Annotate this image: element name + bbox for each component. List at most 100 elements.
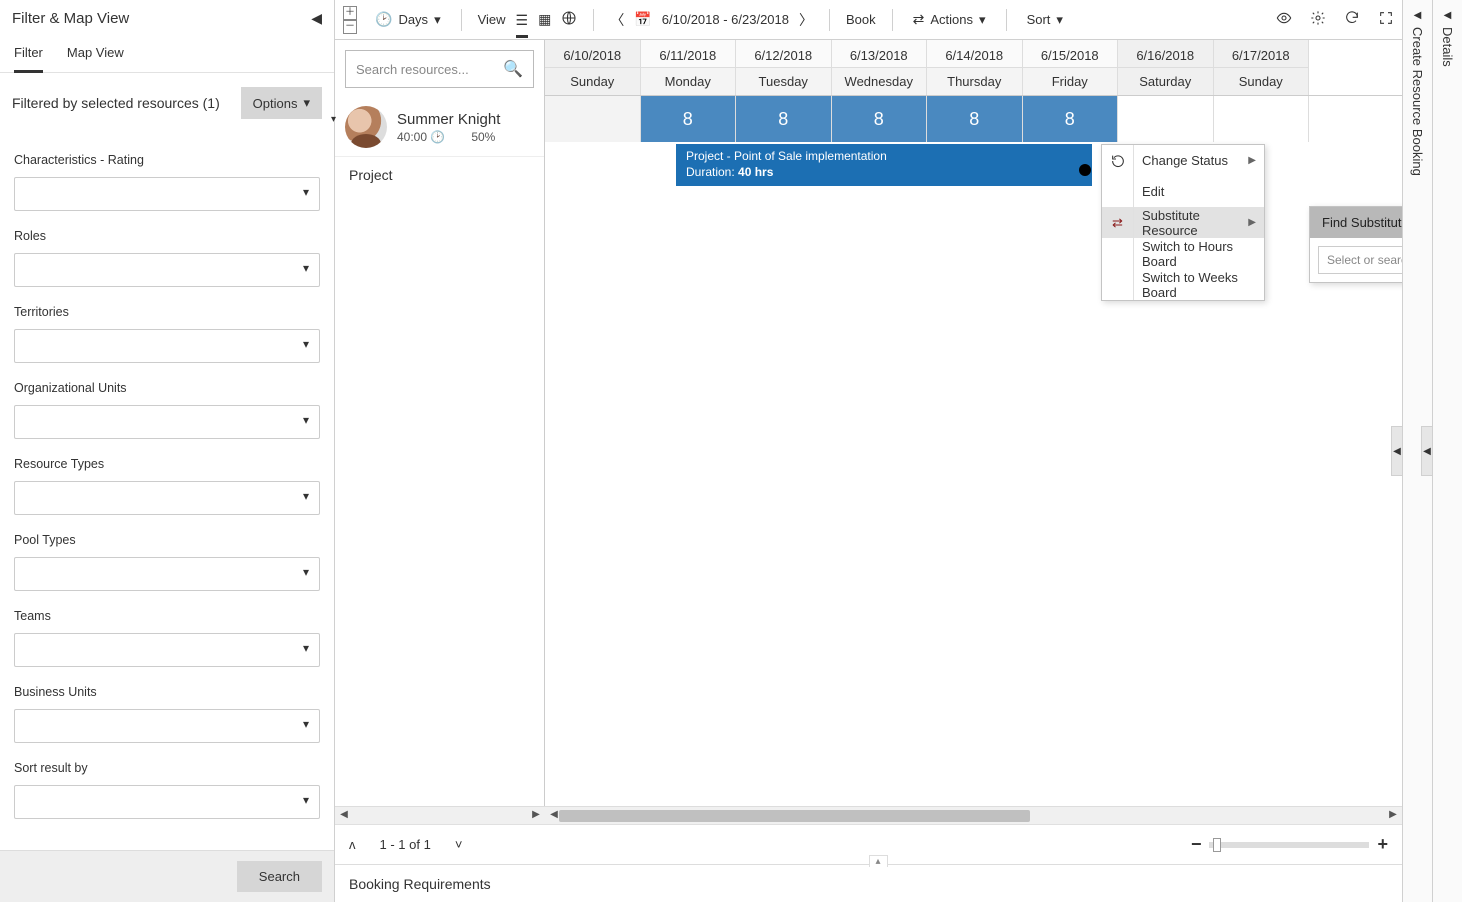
calendar-icon[interactable]: 📅 [634, 11, 651, 28]
swap-icon: ⇄ [913, 11, 925, 28]
date-label: 6/10/2018 [545, 40, 640, 68]
refresh-icon[interactable] [1344, 10, 1360, 29]
filter-sidebar: Filter & Map View ◀ Filter Map View Filt… [0, 0, 335, 902]
label-org-units: Organizational Units [14, 381, 320, 395]
tab-map-view[interactable]: Map View [67, 37, 124, 72]
select-pool-types[interactable] [14, 557, 320, 591]
label-sort-by: Sort result by [14, 761, 320, 775]
view-label: View [478, 12, 506, 27]
date-column: 6/12/2018Tuesday [736, 40, 832, 95]
project-row-label: Project [335, 157, 544, 193]
collapse-sidebar-icon[interactable]: ◀ [311, 10, 322, 27]
eye-icon[interactable] [1276, 10, 1292, 29]
date-column: 6/15/2018Friday [1023, 40, 1119, 95]
menu-switch-weeks[interactable]: Switch to Weeks Board [1102, 269, 1264, 300]
hours-cell[interactable]: 8 [832, 96, 928, 142]
chevron-left-icon: ◀ [1444, 10, 1452, 21]
scroll-right-icon[interactable]: ▶ [1386, 809, 1400, 820]
resource-column: Search resources... 🔍 ▾ Summer Knight 40… [335, 40, 545, 806]
day-label: Friday [1023, 68, 1118, 95]
fullscreen-icon[interactable] [1378, 10, 1394, 29]
scroll-left-icon[interactable]: ◀ [337, 809, 351, 820]
actions-dropdown[interactable]: ⇄ Actions ▾ [909, 7, 990, 32]
pager-down-icon[interactable]: ˅ [455, 837, 463, 852]
pager-text: 1 - 1 of 1 [380, 837, 431, 852]
day-label: Thursday [927, 68, 1022, 95]
select-teams[interactable] [14, 633, 320, 667]
day-label: Sunday [545, 68, 640, 95]
sort-dropdown[interactable]: Sort ▾ [1023, 8, 1067, 32]
hours-cell[interactable]: 8 [736, 96, 832, 142]
swap-icon: ⇄ [1102, 207, 1134, 238]
select-roles[interactable] [14, 253, 320, 287]
search-icon: 🔍 [503, 59, 523, 79]
details-panel[interactable]: ◀ Details ◀ [1432, 0, 1462, 902]
hours-cell[interactable] [1214, 96, 1310, 142]
hours-cell[interactable] [1118, 96, 1214, 142]
hours-cell[interactable]: 8 [641, 96, 737, 142]
map-view-icon[interactable] [561, 10, 577, 29]
schedule-toolbar: ＋ － 🕑 Days ▾ View ☰ ▦ 〈 📅 6/10/2018 - 6/… [335, 0, 1402, 40]
zoom-slider[interactable] [1209, 842, 1369, 848]
date-column: 6/16/2018Saturday [1118, 40, 1214, 95]
date-header: 6/10/2018Sunday6/11/2018Monday6/12/2018T… [545, 40, 1402, 96]
grid-view-icon[interactable]: ▦ [538, 11, 551, 28]
select-territories[interactable] [14, 329, 320, 363]
details-panel-handle[interactable]: ◀ [1421, 426, 1433, 476]
menu-change-status[interactable]: Change Status ▶ [1102, 145, 1264, 176]
date-column: 6/11/2018Monday [641, 40, 737, 95]
hours-cell[interactable] [545, 96, 641, 142]
day-label: Monday [641, 68, 736, 95]
scroll-left-icon[interactable]: ◀ [547, 809, 561, 820]
grid-scroll-track[interactable]: ◀ ▶ [545, 806, 1402, 824]
zoom-thumb[interactable] [1213, 838, 1221, 852]
gear-icon[interactable] [1310, 10, 1326, 29]
expand-resource-icon[interactable]: ▾ [331, 114, 336, 125]
scroll-right-icon[interactable]: ▶ [529, 809, 543, 820]
chevron-left-icon: ◀ [1414, 10, 1422, 21]
date-label: 6/17/2018 [1214, 40, 1309, 68]
chevron-down-icon: ▾ [434, 12, 441, 28]
scroll-thumb[interactable] [559, 810, 1030, 822]
date-column: 6/14/2018Thursday [927, 40, 1023, 95]
zoom-in-icon[interactable]: + [1377, 834, 1388, 855]
menu-edit[interactable]: Edit [1102, 176, 1264, 207]
collapse-all-icon[interactable]: － [343, 20, 357, 34]
prev-period-icon[interactable]: 〈 [610, 10, 624, 30]
select-characteristics[interactable] [14, 177, 320, 211]
list-view-icon[interactable]: ☰ [516, 12, 529, 38]
expand-all-icon[interactable]: ＋ [343, 6, 357, 20]
resource-row[interactable]: ▾ Summer Knight 40:00 🕑 50% [335, 98, 544, 157]
chevron-down-icon: ▾ [1056, 12, 1063, 28]
select-org-units[interactable] [14, 405, 320, 439]
search-button[interactable]: Search [237, 861, 322, 892]
book-button[interactable]: Book [846, 12, 876, 27]
date-label: 6/12/2018 [736, 40, 831, 68]
left-scroll-track[interactable]: ◀ ▶ [335, 806, 545, 824]
zoom-out-icon[interactable]: − [1191, 834, 1202, 855]
hours-cell[interactable]: 8 [1023, 96, 1119, 142]
select-resource-types[interactable] [14, 481, 320, 515]
chevron-down-icon: ▾ [979, 12, 986, 28]
avatar [345, 106, 387, 148]
menu-switch-hours[interactable]: Switch to Hours Board [1102, 238, 1264, 269]
day-label: Tuesday [736, 68, 831, 95]
filter-subtitle: Filtered by selected resources (1) [12, 95, 220, 111]
pager-up-icon[interactable]: ʌ [349, 837, 356, 852]
tab-filter[interactable]: Filter [14, 37, 43, 73]
time-unit-dropdown[interactable]: 🕑 Days ▾ [371, 7, 445, 32]
substitution-popup: Find Substitution Select or search... Re… [1309, 206, 1402, 283]
select-sort-by[interactable] [14, 785, 320, 819]
context-menu: Change Status ▶ Edit ⇄ Substitute Resour… [1101, 144, 1265, 301]
options-button[interactable]: Options▾ [241, 87, 322, 119]
select-business-units[interactable] [14, 709, 320, 743]
hours-cell[interactable]: 8 [927, 96, 1023, 142]
create-panel-handle[interactable]: ◀ [1391, 426, 1403, 476]
clock-small-icon: 🕑 [430, 130, 445, 144]
next-period-icon[interactable]: 〉 [799, 10, 813, 30]
menu-substitute-resource[interactable]: ⇄ Substitute Resource ▶ [1102, 207, 1264, 238]
search-resources-input[interactable]: Search resources... 🔍 [345, 50, 534, 88]
booking-requirements-panel[interactable]: Booking Requirements [335, 864, 1402, 902]
booking-bar[interactable]: Project - Point of Sale implementation D… [676, 144, 1092, 186]
substitution-select[interactable]: Select or search... [1318, 246, 1402, 274]
